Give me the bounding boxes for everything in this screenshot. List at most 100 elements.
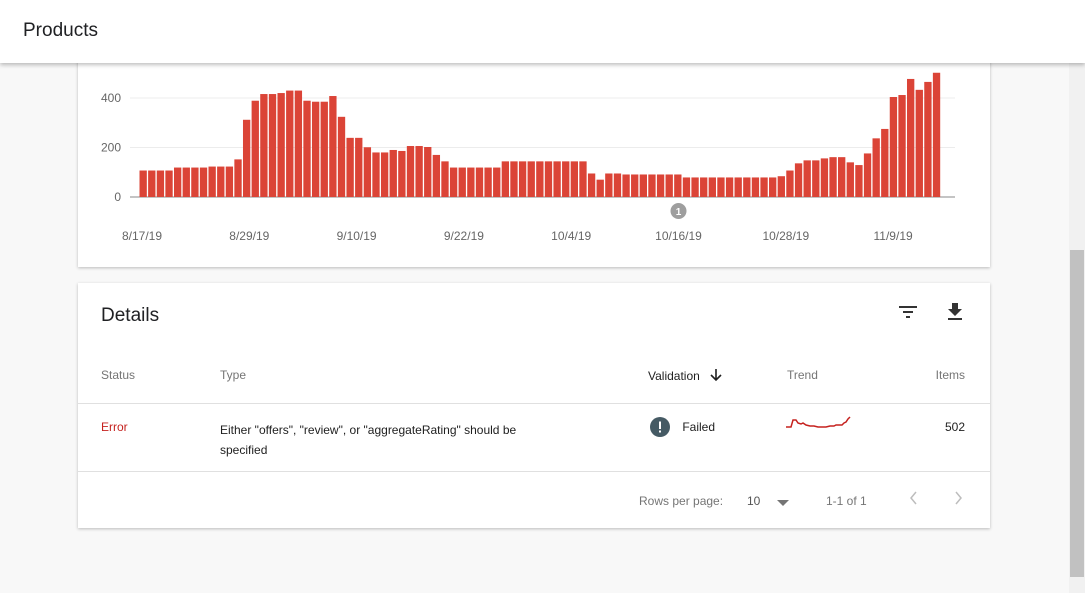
chevron-right-icon — [955, 491, 962, 505]
bar — [863, 153, 872, 197]
bar — [881, 128, 889, 197]
bar — [794, 163, 803, 197]
bar — [148, 170, 156, 197]
validation-label: Failed — [682, 420, 716, 434]
bar — [717, 177, 725, 197]
bar — [855, 165, 863, 197]
x-tick-label: 11/9/19 — [874, 229, 913, 243]
download-icon[interactable] — [943, 300, 967, 324]
bar — [363, 147, 372, 197]
bar — [208, 166, 216, 197]
bar — [656, 174, 665, 197]
bar — [553, 161, 561, 197]
y-tick-label: 0 — [114, 190, 121, 204]
chevron-left-icon — [910, 491, 917, 505]
bar — [165, 170, 173, 197]
bar — [173, 167, 182, 197]
bar — [432, 154, 441, 197]
bar — [501, 161, 510, 197]
bar — [182, 167, 190, 197]
bar — [467, 167, 475, 197]
bar — [751, 177, 760, 197]
bar — [812, 160, 820, 197]
bar — [484, 167, 492, 197]
prev-page-button[interactable] — [908, 489, 920, 510]
page-title: Products — [23, 20, 98, 41]
page-range: 1-1 of 1 — [826, 494, 867, 508]
column-header-status[interactable]: Status — [101, 368, 135, 382]
bar — [441, 161, 449, 197]
bar — [700, 177, 708, 197]
failed-icon — [650, 417, 670, 437]
bar — [242, 119, 251, 197]
bar — [355, 137, 363, 197]
bar — [648, 174, 656, 197]
bar — [277, 93, 285, 197]
bar — [691, 177, 699, 197]
bar — [303, 100, 311, 197]
bar-chart: 0 200 400 8/17/19 8/29/19 9/10/19 9/22/19 10/4/… — [101, 72, 955, 243]
scrollbar-thumb[interactable] — [1070, 250, 1084, 577]
column-header-trend: Trend — [787, 368, 818, 382]
bar — [199, 167, 208, 197]
next-page-button[interactable] — [952, 489, 964, 510]
bar — [424, 147, 432, 197]
x-tick-label: 8/17/19 — [122, 229, 162, 243]
bar — [320, 101, 328, 197]
divider — [78, 471, 990, 472]
bar — [665, 174, 673, 197]
x-tick-label: 10/4/19 — [551, 229, 591, 243]
bar — [536, 161, 544, 197]
bar — [674, 174, 682, 197]
bar — [639, 174, 647, 197]
y-tick-label: 200 — [101, 141, 121, 155]
rows-per-page-select[interactable]: 10 — [747, 494, 790, 508]
bar — [518, 161, 527, 197]
page-scrollbar[interactable] — [1069, 63, 1085, 593]
column-header-validation[interactable]: Validation — [648, 368, 723, 383]
app-header: Products — [0, 0, 1085, 63]
bar — [449, 167, 458, 197]
bar — [217, 166, 225, 197]
column-header-type[interactable]: Type — [220, 368, 246, 382]
bar — [380, 152, 389, 197]
issue-type-line2: specified — [220, 443, 268, 457]
bar — [932, 72, 941, 197]
trend-sparkline — [786, 416, 851, 428]
validation-status: Failed — [650, 417, 715, 437]
bar — [829, 157, 837, 197]
bar — [786, 170, 794, 197]
bar — [225, 166, 234, 197]
bar — [613, 173, 622, 197]
bar — [493, 167, 501, 197]
bar — [708, 177, 716, 197]
bar — [260, 94, 268, 197]
x-tick-label: 10/16/19 — [655, 229, 702, 243]
bar — [389, 149, 397, 197]
rows-per-page-value: 10 — [747, 494, 761, 508]
filter-icon[interactable] — [896, 300, 920, 324]
bar — [769, 177, 777, 197]
bar — [372, 152, 380, 197]
chart-card: 0 200 400 8/17/19 8/29/19 9/10/19 9/22/19 10/4/… — [78, 40, 990, 267]
bar — [803, 160, 811, 197]
bar — [872, 138, 880, 197]
bar — [294, 90, 303, 197]
bar — [346, 137, 354, 197]
x-tick-label: 10/28/19 — [762, 229, 809, 243]
dropdown-arrow-icon — [776, 500, 789, 506]
bar — [760, 177, 768, 197]
divider — [78, 403, 990, 404]
items-count: 502 — [944, 420, 965, 434]
bar — [458, 167, 466, 197]
column-header-items[interactable]: Items — [936, 368, 965, 382]
bar — [527, 161, 535, 197]
bar — [631, 174, 639, 197]
bar — [329, 96, 337, 197]
x-tick-label: 8/29/19 — [229, 229, 269, 243]
bar — [579, 161, 587, 197]
bar — [570, 161, 579, 197]
bar — [898, 95, 906, 197]
bar — [191, 167, 199, 197]
bar — [915, 89, 923, 197]
